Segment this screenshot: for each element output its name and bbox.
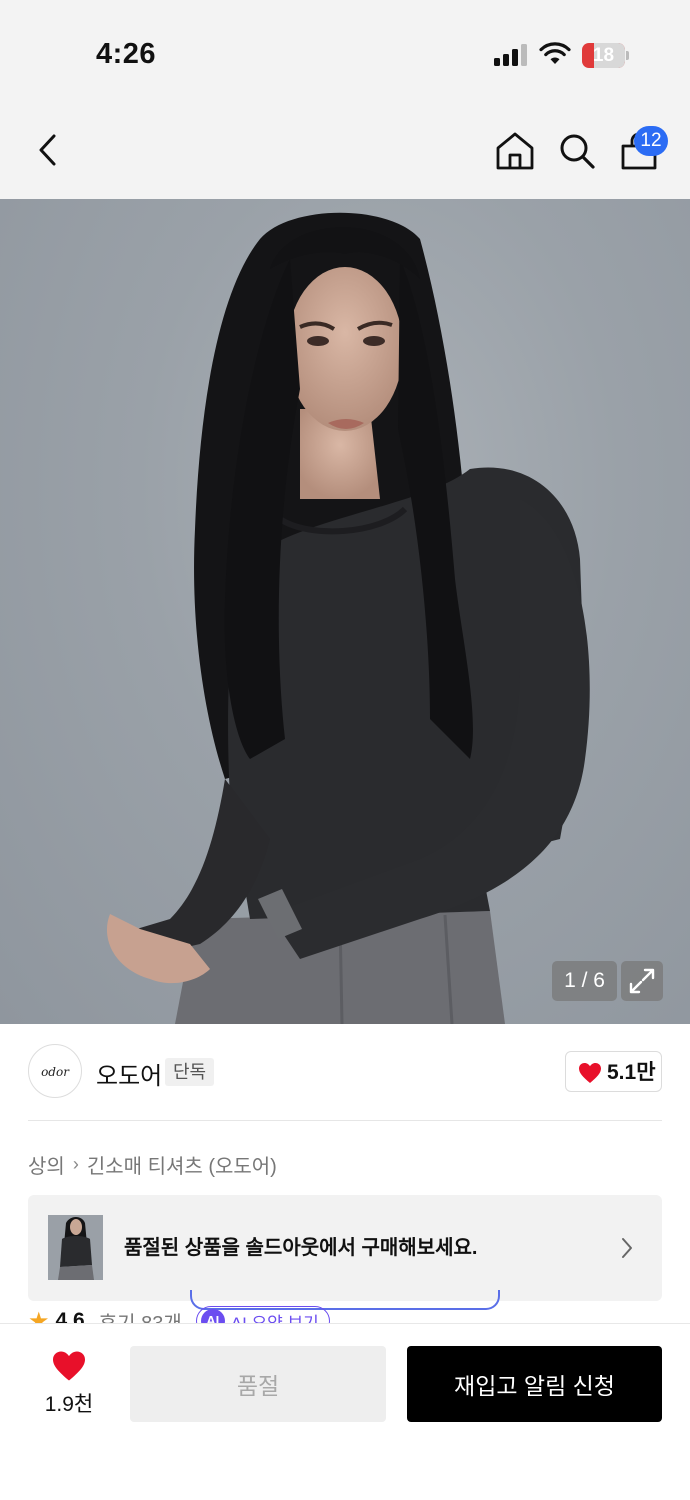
expand-icon xyxy=(629,968,655,994)
heart-icon xyxy=(579,1063,601,1083)
cellular-signal-icon xyxy=(494,44,528,66)
bottom-action-bar: 1.9천 품절 재입고 알림 신청 xyxy=(0,1323,690,1500)
divider xyxy=(28,1120,662,1121)
soldout-banner-text: 품절된 상품을 솔드아웃에서 구매해보세요. xyxy=(124,1237,478,1259)
wishlist-button[interactable]: 1.9천 xyxy=(28,1344,110,1424)
battery-icon: 18 xyxy=(582,43,630,68)
restock-alert-button[interactable]: 재입고 알림 신청 xyxy=(407,1346,662,1422)
expand-button[interactable] xyxy=(621,961,663,1001)
banner-thumbnail xyxy=(48,1215,103,1280)
cart-count-badge[interactable]: 12 xyxy=(634,126,668,156)
wifi-icon xyxy=(539,42,571,64)
home-icon[interactable] xyxy=(494,130,536,172)
breadcrumb-category[interactable]: 상의 xyxy=(28,1150,65,1179)
chevron-left-icon[interactable] xyxy=(30,130,66,170)
model-photo xyxy=(106,212,590,1024)
brand-name[interactable]: 오도어 xyxy=(96,1056,162,1091)
heart-icon xyxy=(53,1351,85,1381)
breadcrumb-subcategory[interactable]: 긴소매 티셔츠 (오도어) xyxy=(87,1150,277,1179)
search-icon[interactable] xyxy=(556,130,598,172)
chevron-right-icon: › xyxy=(72,1154,79,1174)
status-time: 4:26 xyxy=(96,38,157,70)
navigation-bar xyxy=(0,104,690,199)
soldout-button: 품절 xyxy=(130,1346,386,1422)
status-bar: 4:26 18 xyxy=(0,0,690,104)
brand-like-count: 5.1만 xyxy=(607,1061,656,1084)
chevron-right-icon xyxy=(622,1238,632,1258)
brand-like-button[interactable]: 5.1만 xyxy=(565,1051,662,1092)
brand-logo[interactable]: odor xyxy=(28,1044,82,1098)
breadcrumb: 상의 › 긴소매 티셔츠 (오도어) xyxy=(28,1150,277,1179)
product-image[interactable] xyxy=(0,199,690,1024)
soldout-banner[interactable]: 품절된 상품을 솔드아웃에서 구매해보세요. xyxy=(28,1195,662,1301)
image-counter: 1 / 6 xyxy=(552,961,617,1001)
wishlist-count: 1.9천 xyxy=(44,1393,94,1416)
exclusive-tag: 단독 xyxy=(165,1058,215,1086)
battery-level: 18 xyxy=(592,45,615,66)
